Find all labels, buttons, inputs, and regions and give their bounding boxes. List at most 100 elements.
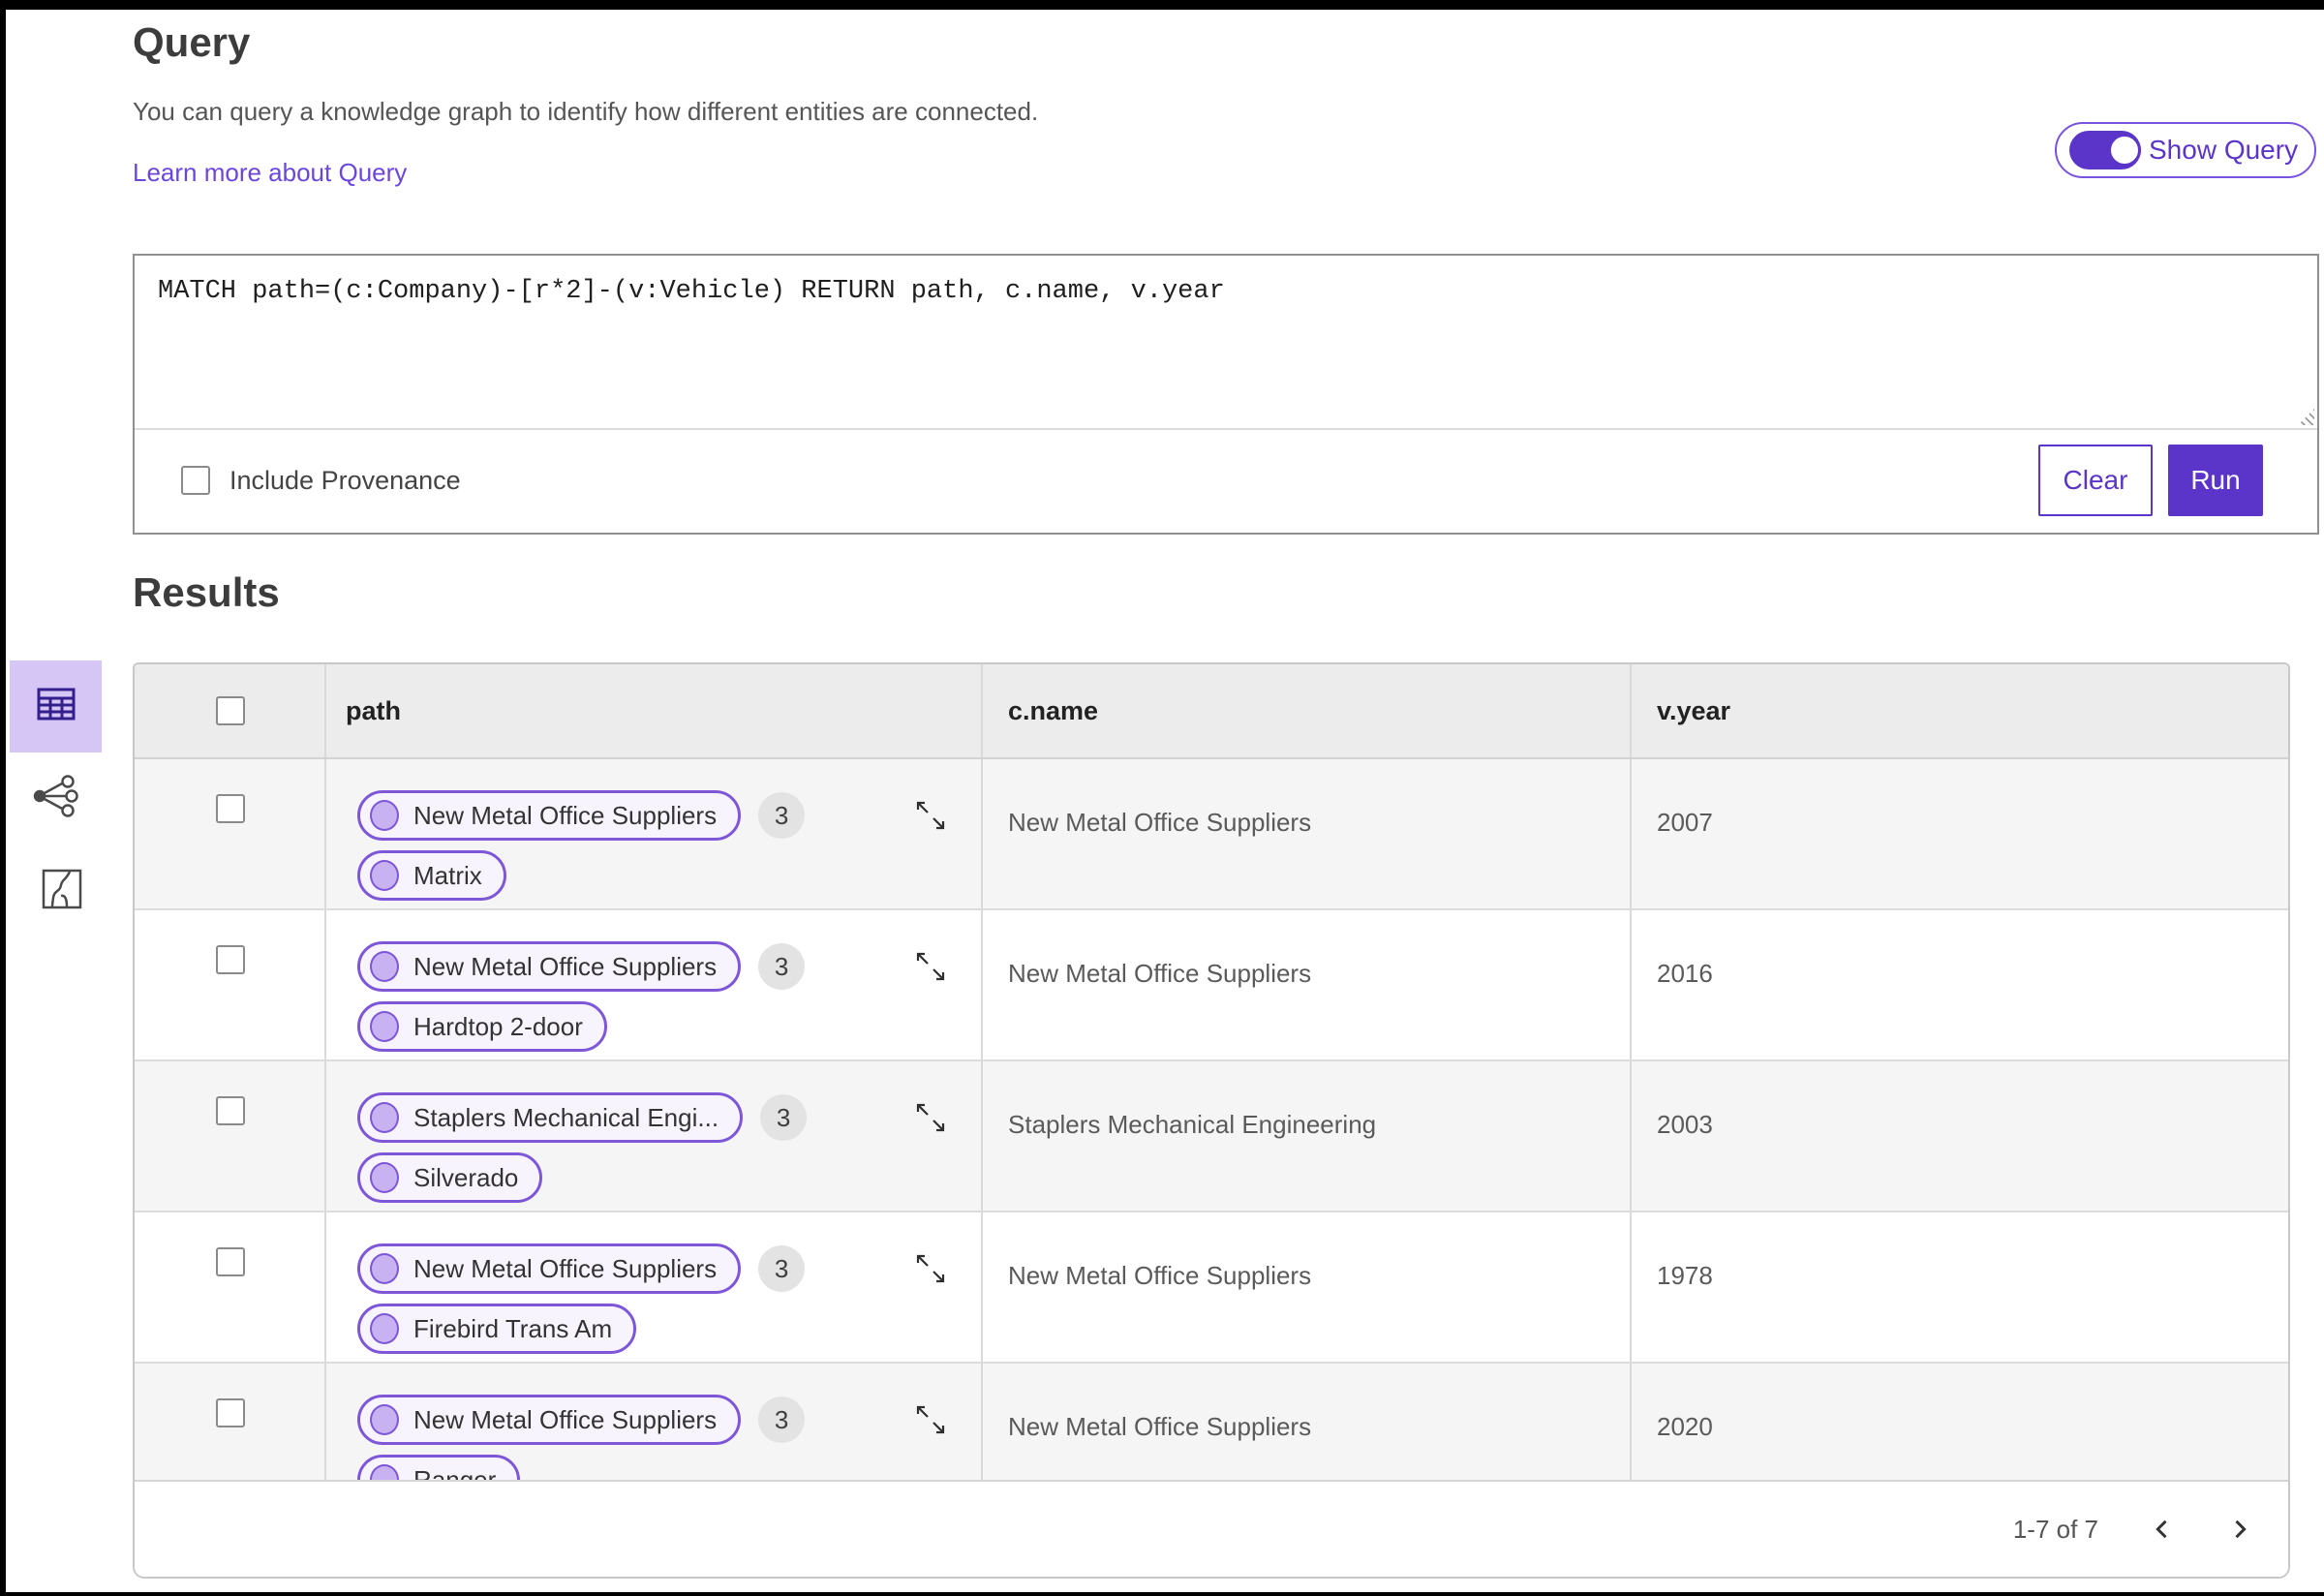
path-start-node-pill[interactable]: New Metal Office Suppliers [357,941,742,992]
row-select-cell [135,759,326,908]
expand-icon[interactable] [913,1100,948,1135]
results-table-panel: path c.name v.year New Metal Office Supp… [133,662,2290,1579]
page-description: You can query a knowledge graph to ident… [133,97,1039,126]
node-label: New Metal Office Suppliers [413,951,718,981]
row-select-cell [135,1212,326,1362]
path-end-node-pill[interactable]: Ranger [357,1455,521,1481]
node-label: Firebird Trans Am [413,1313,613,1343]
v-year-cell: 2007 [1657,808,1713,837]
expand-icon[interactable] [913,798,948,833]
path-end-node-pill[interactable]: Silverado [357,1152,543,1203]
path-start-node-pill[interactable]: Staplers Mechanical Engi... [357,1092,744,1143]
column-header-v-year: v.year [1657,695,1731,725]
path-start-node-pill[interactable]: New Metal Office Suppliers [357,790,742,841]
chart-view-icon [39,866,85,917]
show-query-toggle[interactable]: Show Query [2055,122,2316,178]
c-name-cell: New Metal Office Suppliers [983,1212,1632,1362]
graph-view-button[interactable] [27,773,85,823]
v-year-cell: 2016 [1657,959,1713,988]
node-circle-icon [370,1011,399,1042]
table-row: New Metal Office Suppliers 3 Ranger New … [135,1364,2288,1480]
table-footer: 1-7 of 7 [135,1480,2288,1577]
clear-button[interactable]: Clear [2038,445,2153,516]
node-label: New Metal Office Suppliers [413,1404,718,1434]
path-cell: New Metal Office Suppliers 3 Firebird Tr… [326,1212,983,1362]
expand-icon[interactable] [913,1251,948,1286]
table-view-button[interactable] [10,660,102,752]
chevron-right-icon[interactable] [2218,1508,2261,1550]
node-label: New Metal Office Suppliers [413,800,718,830]
column-header-path: path [346,695,401,725]
node-circle-icon [370,1102,399,1133]
window-edge-top [0,0,2324,10]
include-provenance-label: Include Provenance [229,465,461,495]
query-editor-panel: MATCH path=(c:Company)-[r*2]-(v:Vehicle)… [133,254,2319,535]
resize-grip-icon[interactable] [2298,409,2314,425]
table-row: New Metal Office Suppliers 3 Firebird Tr… [135,1212,2288,1364]
show-query-label: Show Query [2149,135,2299,165]
query-text-input[interactable]: MATCH path=(c:Company)-[r*2]-(v:Vehicle)… [135,256,2317,430]
path-count-badge: 3 [758,792,806,839]
results-heading: Results [133,569,280,615]
path-count-badge: 3 [760,1094,808,1141]
node-circle-icon [370,951,399,982]
row-checkbox[interactable] [216,1398,245,1427]
table-row: Staplers Mechanical Engi... 3 Silverado … [135,1061,2288,1212]
pagination-range-label: 1-7 of 7 [2012,1514,2098,1544]
window-edge-bottom [0,1592,2324,1596]
node-label: New Metal Office Suppliers [413,1253,718,1283]
node-circle-icon [370,1162,399,1193]
path-start-node-pill[interactable]: New Metal Office Suppliers [357,1243,742,1294]
table-row: New Metal Office Suppliers 3 Hardtop 2-d… [135,910,2288,1061]
v-year-cell: 2003 [1657,1110,1713,1139]
v-year-cell: 1978 [1657,1261,1713,1290]
table-view-icon [34,682,78,731]
path-end-node-pill[interactable]: Firebird Trans Am [357,1304,637,1354]
v-year-cell: 2020 [1657,1412,1713,1441]
node-circle-icon [370,800,399,831]
node-label: Ranger [413,1464,497,1481]
expand-icon[interactable] [913,1402,948,1437]
row-select-cell [135,910,326,1059]
select-all-checkbox[interactable] [216,696,245,725]
path-count-badge: 3 [758,1396,806,1443]
window-edge-left [0,0,6,1596]
node-circle-icon [370,1404,399,1435]
path-cell: New Metal Office Suppliers 3 Ranger [326,1364,983,1480]
c-name-cell: Staplers Mechanical Engineering [983,1061,1632,1211]
toggle-switch-icon [2069,131,2141,169]
path-start-node-pill[interactable]: New Metal Office Suppliers [357,1395,742,1445]
row-checkbox[interactable] [216,1247,245,1276]
chevron-left-icon[interactable] [2141,1508,2184,1550]
path-count-badge: 3 [758,943,806,990]
run-button[interactable]: Run [2168,445,2263,516]
row-checkbox[interactable] [216,794,245,823]
node-circle-icon [370,860,399,891]
path-end-node-pill[interactable]: Hardtop 2-door [357,1001,607,1052]
chart-view-button[interactable] [35,864,89,918]
node-label: Staplers Mechanical Engi... [413,1102,719,1132]
row-checkbox[interactable] [216,945,245,974]
learn-more-link[interactable]: Learn more about Query [133,158,407,188]
path-cell: New Metal Office Suppliers 3 Matrix [326,759,983,908]
path-count-badge: 3 [758,1245,806,1292]
c-name-cell: New Metal Office Suppliers [983,1364,1632,1480]
path-cell: New Metal Office Suppliers 3 Hardtop 2-d… [326,910,983,1059]
node-circle-icon [370,1313,399,1344]
c-name-cell: New Metal Office Suppliers [983,910,1632,1059]
row-select-cell [135,1364,326,1480]
node-circle-icon [370,1253,399,1284]
include-provenance-checkbox[interactable] [181,466,210,495]
page-title: Query [133,19,251,65]
path-end-node-pill[interactable]: Matrix [357,850,506,901]
graph-view-icon [32,774,80,823]
node-label: Matrix [413,860,482,890]
row-select-cell [135,1061,326,1211]
expand-icon[interactable] [913,949,948,984]
select-all-cell [135,664,326,757]
query-editor-footer: Include Provenance Clear Run [135,430,2317,531]
row-checkbox[interactable] [216,1096,245,1125]
table-row: New Metal Office Suppliers 3 Matrix New … [135,759,2288,910]
c-name-cell: New Metal Office Suppliers [983,759,1632,908]
column-header-c-name: c.name [1008,695,1099,725]
